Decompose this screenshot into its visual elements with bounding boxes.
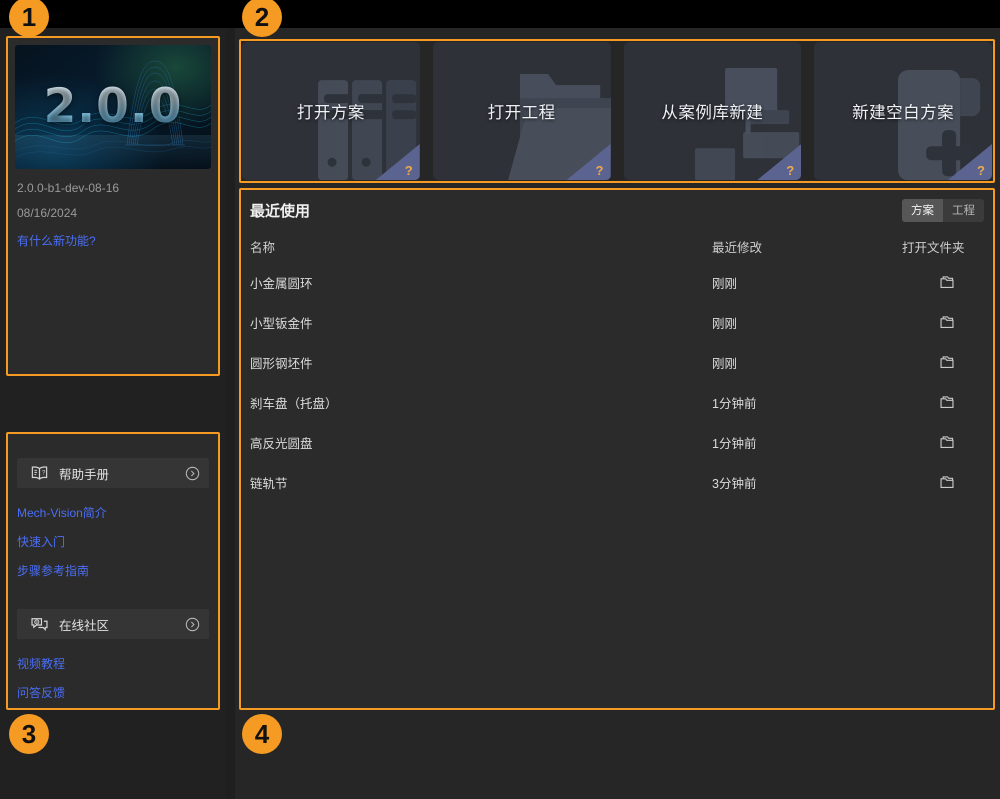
version-banner-image: 2.0.0 [15,45,211,169]
folder-icon[interactable] [936,432,958,452]
tab-solutions[interactable]: 方案 [902,199,943,222]
recent-panel: 最近使用 方案 工程 名称 最近修改 打开文件夹 小金属圆环 刚刚 小型钣金件 … [242,190,992,708]
table-row[interactable]: 圆形钢坯件 刚刚 [242,342,992,382]
chevron-right-circle-icon-2[interactable] [185,617,200,632]
card-help-corner-3[interactable]: ? [757,144,802,180]
card-help-corner-1[interactable]: ? [375,144,420,180]
table-header-row: 名称 最近修改 打开文件夹 [242,230,992,262]
chat-bubble-icon [25,616,53,633]
card-open-solution[interactable]: 打开方案 ? [242,42,420,180]
folder-icon[interactable] [936,472,958,492]
row-modified: 刚刚 [712,356,738,371]
help-manual-label: 帮助手册 [59,467,110,482]
action-cards-row: 打开方案 ? 打开工程 ? 从案例库新建 ? 新建空白方案 ? [242,42,992,180]
online-community-header[interactable]: 在线社区 [17,609,209,639]
card-new-from-library[interactable]: 从案例库新建 ? [623,42,802,180]
table-row[interactable]: 刹车盘（托盘） 1分钟前 [242,382,992,422]
question-mark-icon: ? [404,163,413,178]
help-link-qa-feedback[interactable]: 问答反馈 [17,684,65,701]
help-link-quickstart[interactable]: 快速入门 [17,533,65,550]
book-question-icon: ? [25,465,53,481]
banner-reflection [15,135,211,169]
folder-icon[interactable] [936,352,958,372]
chevron-right-circle-icon[interactable] [185,466,200,481]
online-community-label: 在线社区 [59,618,110,633]
column-header-modified: 最近修改 [712,240,763,255]
recent-table: 名称 最近修改 打开文件夹 小金属圆环 刚刚 小型钣金件 刚刚 圆形钢坯件 刚刚… [242,230,992,502]
help-manual-header[interactable]: ? 帮助手册 [17,458,209,488]
column-header-open-folder: 打开文件夹 [902,240,965,255]
card-help-corner-4[interactable]: ? [948,144,992,180]
card-open-project-label: 打开工程 [487,104,556,122]
table-row[interactable]: 高反光圆盘 1分钟前 [242,422,992,462]
table-row[interactable]: 小金属圆环 刚刚 [242,262,992,302]
card-open-project[interactable]: 打开工程 ? [432,42,611,180]
row-modified: 刚刚 [712,276,738,291]
banner-version-text: 2.0.0 [15,79,211,134]
row-modified: 3分钟前 [712,476,757,491]
corner-triangle [948,144,992,180]
table-row[interactable]: 小型钣金件 刚刚 [242,302,992,342]
folder-icon[interactable] [936,272,958,292]
svg-text:?: ? [41,470,45,477]
version-date-label: 08/16/2024 [17,206,78,220]
row-name: 链轨节 [250,476,288,491]
app-window: 2.0.0 2.0.0-b1-dev-08-16 08/16/2024 有什么新… [0,0,1000,799]
corner-triangle [375,144,420,180]
column-divider [226,28,235,799]
row-name: 小型钣金件 [250,316,313,331]
whats-new-link[interactable]: 有什么新功能? [17,232,96,249]
tab-projects[interactable]: 工程 [943,199,984,222]
help-link-intro[interactable]: Mech-Vision简介 [17,504,107,521]
column-header-name: 名称 [250,240,276,255]
help-link-video-tutorials[interactable]: 视频教程 [17,655,65,672]
question-mark-icon: ? [595,163,604,178]
recent-panel-title: 最近使用 [250,203,311,220]
version-build-label: 2.0.0-b1-dev-08-16 [17,181,120,195]
card-open-solution-label: 打开方案 [296,104,365,122]
row-name: 高反光圆盘 [250,436,313,451]
table-row[interactable]: 链轨节 3分钟前 [242,462,992,502]
card-new-from-library-label: 从案例库新建 [661,104,764,122]
row-modified: 刚刚 [712,316,738,331]
card-help-corner-2[interactable]: ? [566,144,611,180]
corner-triangle [757,144,802,180]
help-link-step-reference[interactable]: 步骤参考指南 [17,562,89,579]
folder-icon[interactable] [936,312,958,332]
question-mark-icon: ? [786,163,795,178]
row-name: 刹车盘（托盘） [250,396,338,411]
row-modified: 1分钟前 [712,436,757,451]
card-new-blank-solution-label: 新建空白方案 [852,104,955,122]
annotation-badge-4: 4 [242,714,282,754]
folder-icon[interactable] [936,392,958,412]
row-modified: 1分钟前 [712,396,757,411]
annotation-badge-3: 3 [9,714,49,754]
corner-triangle [566,144,611,180]
card-new-blank-solution[interactable]: 新建空白方案 ? [814,42,992,180]
version-panel: 2.0.0 2.0.0-b1-dev-08-16 08/16/2024 有什么新… [8,38,218,374]
help-panel: ? 帮助手册 Mech-Vision简介 快速入门 步骤参考指南 在线社区 视频… [8,434,218,708]
question-mark-icon: ? [977,163,985,178]
row-name: 小金属圆环 [250,276,313,291]
row-name: 圆形钢坯件 [250,356,313,371]
recent-tab-group: 方案 工程 [902,199,984,222]
